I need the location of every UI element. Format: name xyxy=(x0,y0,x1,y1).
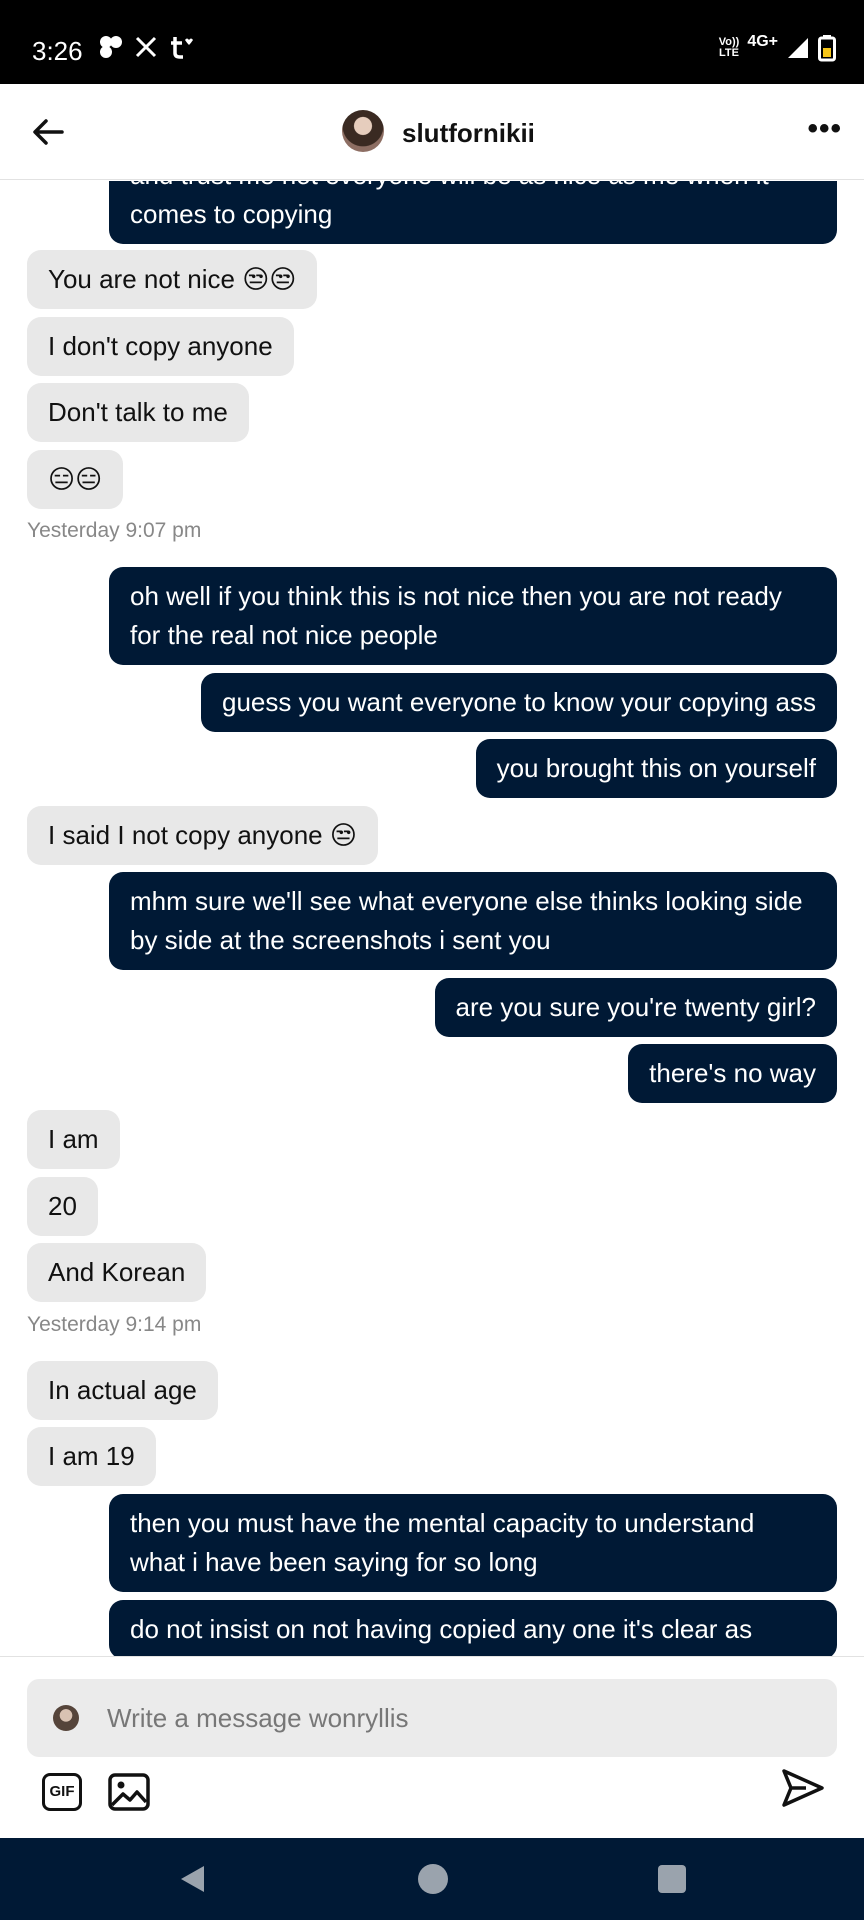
google-photos-icon xyxy=(100,36,122,58)
message-outgoing: guess you want everyone to know your cop… xyxy=(200,673,837,732)
status-bar: 3:26 Vo)) LTE 4G+ xyxy=(0,0,864,84)
message-incoming: I am 19 xyxy=(27,1427,156,1486)
nav-recents-icon[interactable] xyxy=(658,1865,686,1893)
image-icon[interactable] xyxy=(108,1773,150,1811)
chat-header: slutfornikii ••• xyxy=(0,84,864,180)
gif-icon[interactable]: GIF xyxy=(42,1773,82,1811)
message-incoming: I am xyxy=(27,1110,120,1169)
message-composer: Write a message wonryllis GIF xyxy=(0,1656,864,1838)
message-thread[interactable]: and trust me not everyone will be as nic… xyxy=(0,181,864,1656)
message-outgoing: then you must have the mental capacity t… xyxy=(109,1494,837,1592)
system-indicators: Vo)) LTE 4G+ xyxy=(719,33,836,62)
message-outgoing: and trust me not everyone will be as nic… xyxy=(109,181,837,244)
message-outgoing: there's no way xyxy=(628,1044,837,1103)
status-time: 3:26 xyxy=(32,36,83,66)
more-options-icon[interactable]: ••• xyxy=(807,112,842,146)
message-incoming: Don't talk to me xyxy=(27,383,249,442)
message-incoming: I said I not copy anyone 😒 xyxy=(27,806,378,865)
contact-name[interactable]: slutfornikii xyxy=(402,118,535,149)
tumblr-icon xyxy=(171,37,193,59)
send-icon[interactable] xyxy=(780,1765,826,1811)
message-incoming: 20 xyxy=(27,1177,98,1236)
message-outgoing: you brought this on yourself xyxy=(475,739,837,798)
signal-icon xyxy=(788,38,808,58)
message-incoming: And Korean xyxy=(27,1243,207,1302)
notification-icons xyxy=(98,34,196,60)
sender-avatar xyxy=(53,1705,79,1731)
nav-home-icon[interactable] xyxy=(418,1864,448,1894)
back-arrow-icon[interactable] xyxy=(30,114,66,150)
message-outgoing: do not insist on not having copied any o… xyxy=(109,1600,837,1656)
system-nav-bar xyxy=(0,1838,864,1920)
nav-back-icon[interactable] xyxy=(178,1864,206,1894)
volte-line2: LTE xyxy=(719,47,739,59)
contact-avatar[interactable] xyxy=(342,110,384,152)
message-outgoing: mhm sure we'll see what everyone else th… xyxy=(109,872,837,970)
message-input-placeholder: Write a message wonryllis xyxy=(107,1703,409,1733)
battery-icon xyxy=(818,35,836,62)
message-incoming: You are not nice 😒😒 xyxy=(27,250,318,309)
message-outgoing: are you sure you're twenty girl? xyxy=(434,978,837,1037)
timestamp: Yesterday 9:07 pm xyxy=(27,519,202,542)
message-incoming: In actual age xyxy=(27,1361,218,1420)
timestamp: Yesterday 9:14 pm xyxy=(27,1313,202,1336)
message-input[interactable]: Write a message wonryllis xyxy=(27,1679,837,1757)
network-type: 4G+ xyxy=(747,33,778,50)
message-incoming: 😑😑 xyxy=(27,450,124,509)
message-outgoing: oh well if you think this is not nice th… xyxy=(109,567,837,665)
x-icon xyxy=(135,36,157,58)
volte-indicator: Vo)) LTE xyxy=(719,37,740,59)
message-incoming: I don't copy anyone xyxy=(27,317,294,376)
